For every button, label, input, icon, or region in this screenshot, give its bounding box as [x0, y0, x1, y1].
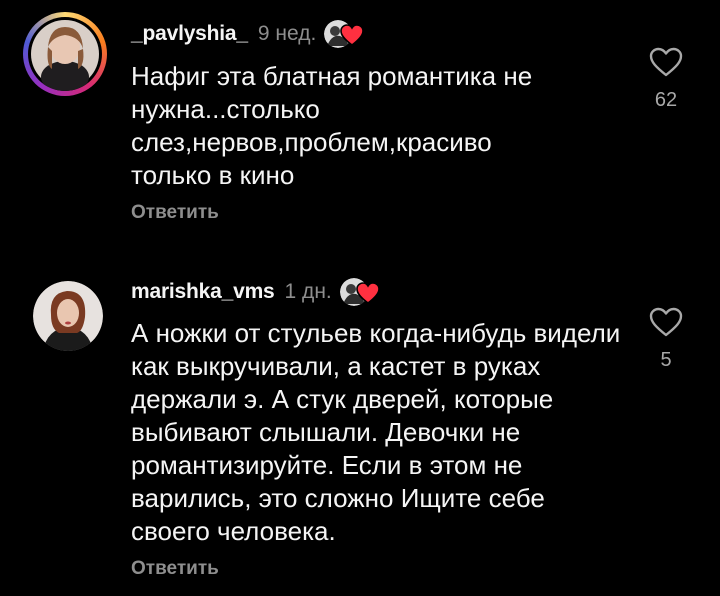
reply-button[interactable]: Ответить — [131, 558, 219, 580]
heart-outline-icon[interactable] — [649, 47, 683, 77]
reply-button[interactable]: Ответить — [131, 202, 219, 224]
comment-time: 9 нед. — [257, 22, 317, 45]
comment-text: А ножки от стульев когда-нибудь видели к… — [131, 318, 621, 546]
author-liked-heart-icon — [340, 24, 365, 46]
comment-time: 1 дн. — [284, 280, 332, 303]
author-liked-badge — [339, 278, 384, 306]
author-liked-badge — [324, 20, 368, 48]
avatar-image — [31, 20, 99, 91]
comment-username[interactable]: marishka_vms — [131, 280, 275, 304]
like-count: 62 — [654, 89, 678, 111]
comment-1: _pavlyshia_ 9 нед. Нафиг эта блатная ром… — [0, 0, 720, 250]
comment-username[interactable]: _pavlyshia_ — [131, 22, 248, 46]
author-liked-heart-icon — [355, 282, 380, 304]
avatar[interactable] — [33, 281, 103, 351]
avatar-image — [33, 281, 103, 351]
avatar-story-ring[interactable] — [23, 12, 107, 96]
comment-2: marishka_vms 1 дн. А ножки от стульев ко… — [0, 250, 720, 596]
heart-outline-icon[interactable] — [649, 307, 683, 337]
avatar[interactable] — [28, 17, 102, 91]
comment-text: Нафиг эта блатная романтика не нужна...с… — [131, 61, 533, 190]
like-count: 5 — [660, 349, 672, 371]
